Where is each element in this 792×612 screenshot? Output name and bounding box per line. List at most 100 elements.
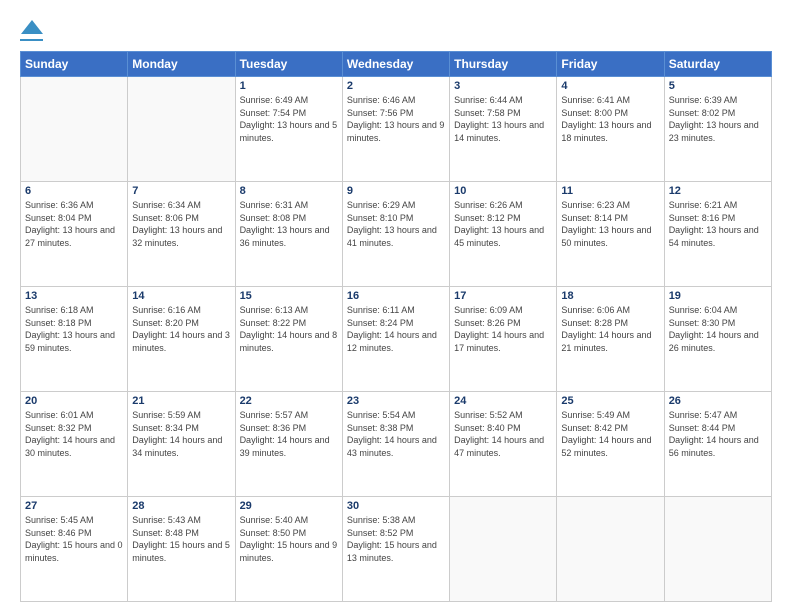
day-info: Sunrise: 6:44 AM Sunset: 7:58 PM Dayligh…	[454, 94, 552, 144]
calendar-cell: 12 Sunrise: 6:21 AM Sunset: 8:16 PM Dayli…	[664, 182, 771, 287]
day-number: 2	[347, 80, 445, 92]
calendar-cell: 5 Sunrise: 6:39 AM Sunset: 8:02 PM Daylig…	[664, 77, 771, 182]
calendar-cell: 1 Sunrise: 6:49 AM Sunset: 7:54 PM Daylig…	[235, 77, 342, 182]
calendar-cell: 19Sunrise: 6:04 AM Sunset: 8:30 PM Dayli…	[664, 287, 771, 392]
day-info: Sunrise: 6:18 AM Sunset: 8:18 PM Dayligh…	[25, 304, 123, 354]
day-number: 25	[561, 395, 659, 407]
day-number: 15	[240, 290, 338, 302]
col-saturday: Saturday	[664, 52, 771, 77]
col-thursday: Thursday	[450, 52, 557, 77]
day-info: Sunrise: 6:29 AM Sunset: 8:10 PM Dayligh…	[347, 199, 445, 249]
calendar-cell: 14 Sunrise: 6:16 AM Sunset: 8:20 PM Dayli…	[128, 287, 235, 392]
day-number: 9	[347, 185, 445, 197]
day-info: Sunrise: 6:31 AM Sunset: 8:08 PM Dayligh…	[240, 199, 338, 249]
col-friday: Friday	[557, 52, 664, 77]
day-number: 11	[561, 185, 659, 197]
day-info: Sunrise: 5:57 AM Sunset: 8:36 PM Dayligh…	[240, 409, 338, 459]
day-info: Sunrise: 6:16 AM Sunset: 8:20 PM Dayligh…	[132, 304, 230, 354]
day-info: Sunrise: 5:40 AM Sunset: 8:50 PM Dayligh…	[240, 514, 338, 564]
calendar-cell: 2 Sunrise: 6:46 AM Sunset: 7:56 PM Daylig…	[342, 77, 449, 182]
col-tuesday: Tuesday	[235, 52, 342, 77]
day-number: 8	[240, 185, 338, 197]
day-number: 16	[347, 290, 445, 302]
day-info: Sunrise: 5:47 AM Sunset: 8:44 PM Dayligh…	[669, 409, 767, 459]
day-info: Sunrise: 6:01 AM Sunset: 8:32 PM Dayligh…	[25, 409, 123, 459]
day-number: 7	[132, 185, 230, 197]
col-monday: Monday	[128, 52, 235, 77]
calendar-cell: 26 Sunrise: 5:47 AM Sunset: 8:44 PM Dayli…	[664, 392, 771, 497]
day-number: 5	[669, 80, 767, 92]
calendar-cell: 11 Sunrise: 6:23 AM Sunset: 8:14 PM Dayli…	[557, 182, 664, 287]
day-info: Sunrise: 6:36 AM Sunset: 8:04 PM Dayligh…	[25, 199, 123, 249]
day-info: Sunrise: 6:46 AM Sunset: 7:56 PM Dayligh…	[347, 94, 445, 144]
calendar-cell: 29 Sunrise: 5:40 AM Sunset: 8:50 PM Dayli…	[235, 497, 342, 602]
day-info: Sunrise: 5:52 AM Sunset: 8:40 PM Dayligh…	[454, 409, 552, 459]
calendar-cell: 25Sunrise: 5:49 AM Sunset: 8:42 PM Dayli…	[557, 392, 664, 497]
day-info: Sunrise: 6:21 AM Sunset: 8:16 PM Dayligh…	[669, 199, 767, 249]
day-info: Sunrise: 6:34 AM Sunset: 8:06 PM Dayligh…	[132, 199, 230, 249]
day-number: 17	[454, 290, 552, 302]
calendar-cell: 13 Sunrise: 6:18 AM Sunset: 8:18 PM Dayli…	[21, 287, 128, 392]
logo-text	[20, 18, 43, 37]
day-info: Sunrise: 5:54 AM Sunset: 8:38 PM Dayligh…	[347, 409, 445, 459]
calendar-week-row: 20 Sunrise: 6:01 AM Sunset: 8:32 PM Dayli…	[21, 392, 772, 497]
day-info: Sunrise: 6:26 AM Sunset: 8:12 PM Dayligh…	[454, 199, 552, 249]
calendar-cell	[664, 497, 771, 602]
logo-icon	[21, 18, 43, 36]
day-info: Sunrise: 6:41 AM Sunset: 8:00 PM Dayligh…	[561, 94, 659, 144]
day-number: 13	[25, 290, 123, 302]
day-info: Sunrise: 6:13 AM Sunset: 8:22 PM Dayligh…	[240, 304, 338, 354]
logo	[20, 18, 43, 41]
day-number: 30	[347, 500, 445, 512]
calendar-cell: 3 Sunrise: 6:44 AM Sunset: 7:58 PM Daylig…	[450, 77, 557, 182]
calendar-cell: 21 Sunrise: 5:59 AM Sunset: 8:34 PM Dayli…	[128, 392, 235, 497]
day-info: Sunrise: 6:04 AM Sunset: 8:30 PM Dayligh…	[669, 304, 767, 354]
calendar-cell: 20 Sunrise: 6:01 AM Sunset: 8:32 PM Dayli…	[21, 392, 128, 497]
calendar-table: Sunday Monday Tuesday Wednesday Thursday…	[20, 51, 772, 602]
day-number: 12	[669, 185, 767, 197]
day-number: 1	[240, 80, 338, 92]
day-number: 24	[454, 395, 552, 407]
day-number: 20	[25, 395, 123, 407]
day-info: Sunrise: 5:59 AM Sunset: 8:34 PM Dayligh…	[132, 409, 230, 459]
calendar-week-row: 13 Sunrise: 6:18 AM Sunset: 8:18 PM Dayli…	[21, 287, 772, 392]
calendar-cell	[21, 77, 128, 182]
day-number: 27	[25, 500, 123, 512]
day-number: 18	[561, 290, 659, 302]
day-number: 23	[347, 395, 445, 407]
calendar-cell: 4 Sunrise: 6:41 AM Sunset: 8:00 PM Daylig…	[557, 77, 664, 182]
header	[20, 18, 772, 41]
calendar-cell: 27 Sunrise: 5:45 AM Sunset: 8:46 PM Dayli…	[21, 497, 128, 602]
day-number: 10	[454, 185, 552, 197]
day-number: 4	[561, 80, 659, 92]
day-info: Sunrise: 6:49 AM Sunset: 7:54 PM Dayligh…	[240, 94, 338, 144]
calendar-cell: 22 Sunrise: 5:57 AM Sunset: 8:36 PM Dayli…	[235, 392, 342, 497]
calendar-cell: 7 Sunrise: 6:34 AM Sunset: 8:06 PM Daylig…	[128, 182, 235, 287]
day-info: Sunrise: 6:09 AM Sunset: 8:26 PM Dayligh…	[454, 304, 552, 354]
calendar-cell	[128, 77, 235, 182]
calendar-cell: 9 Sunrise: 6:29 AM Sunset: 8:10 PM Daylig…	[342, 182, 449, 287]
day-number: 14	[132, 290, 230, 302]
calendar-week-row: 6Sunrise: 6:36 AM Sunset: 8:04 PM Daylig…	[21, 182, 772, 287]
calendar-cell: 24 Sunrise: 5:52 AM Sunset: 8:40 PM Dayli…	[450, 392, 557, 497]
day-info: Sunrise: 6:23 AM Sunset: 8:14 PM Dayligh…	[561, 199, 659, 249]
calendar-cell: 10 Sunrise: 6:26 AM Sunset: 8:12 PM Dayli…	[450, 182, 557, 287]
calendar-cell	[450, 497, 557, 602]
day-info: Sunrise: 5:38 AM Sunset: 8:52 PM Dayligh…	[347, 514, 445, 564]
calendar-cell: 17 Sunrise: 6:09 AM Sunset: 8:26 PM Dayli…	[450, 287, 557, 392]
page: Sunday Monday Tuesday Wednesday Thursday…	[0, 0, 792, 612]
day-info: Sunrise: 5:43 AM Sunset: 8:48 PM Dayligh…	[132, 514, 230, 564]
day-number: 22	[240, 395, 338, 407]
day-number: 26	[669, 395, 767, 407]
day-info: Sunrise: 6:11 AM Sunset: 8:24 PM Dayligh…	[347, 304, 445, 354]
calendar-cell: 6Sunrise: 6:36 AM Sunset: 8:04 PM Daylig…	[21, 182, 128, 287]
calendar-cell: 23 Sunrise: 5:54 AM Sunset: 8:38 PM Dayli…	[342, 392, 449, 497]
calendar-cell: 18Sunrise: 6:06 AM Sunset: 8:28 PM Dayli…	[557, 287, 664, 392]
day-number: 3	[454, 80, 552, 92]
calendar-cell	[557, 497, 664, 602]
calendar-week-row: 27 Sunrise: 5:45 AM Sunset: 8:46 PM Dayli…	[21, 497, 772, 602]
day-number: 21	[132, 395, 230, 407]
day-number: 29	[240, 500, 338, 512]
day-info: Sunrise: 6:39 AM Sunset: 8:02 PM Dayligh…	[669, 94, 767, 144]
day-info: Sunrise: 5:45 AM Sunset: 8:46 PM Dayligh…	[25, 514, 123, 564]
